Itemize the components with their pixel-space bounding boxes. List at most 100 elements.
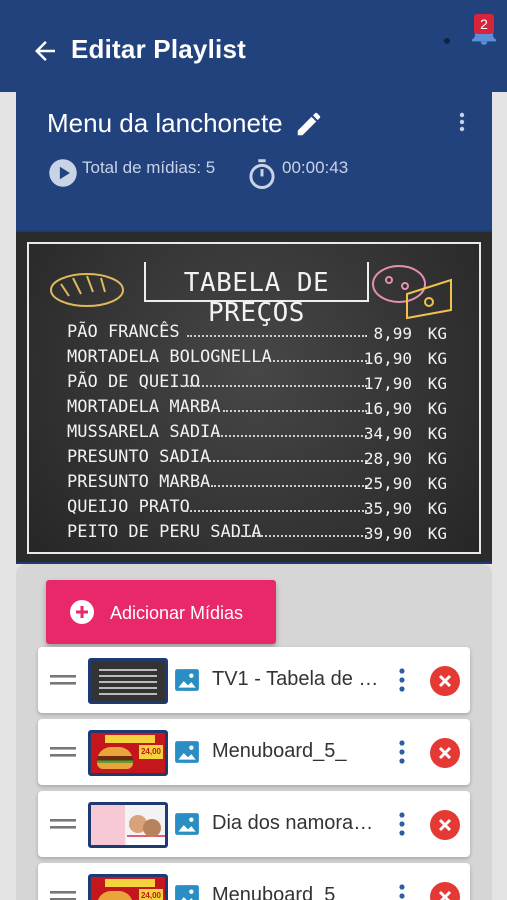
product-name: MORTADELA BOLOGNELLA [67,347,272,367]
media-thumbnail: 24,00 [88,874,168,900]
media-thumbnail: 24,00 [88,730,168,776]
dot-leader [183,510,367,512]
product-price: 16,90 [363,349,412,368]
product-name: MUSSARELA SADIA [67,422,221,442]
product-price: 25,90 [363,474,412,493]
product-price: 39,90 [363,524,412,543]
remove-circle-icon[interactable] [430,810,460,840]
add-media-button[interactable]: Adicionar Mídias [46,580,276,644]
image-icon [175,813,199,835]
product-name: PEITO DE PERU SADIA [67,522,262,542]
product-name: PÃO DE QUEIJO [67,372,201,392]
dot-leader [187,385,367,387]
media-thumbnail [88,802,168,848]
product-price: 16,90 [363,399,412,418]
dot-leader [209,460,367,462]
remove-circle-icon[interactable] [430,738,460,768]
more-vert-icon[interactable] [392,666,412,694]
product-unit: KG [427,424,447,443]
price-row: PRESUNTO SADIA 28,90 KG [67,447,447,471]
dot-leader [237,535,367,537]
product-price: 34,90 [363,424,412,443]
app-bar: Editar Playlist 2 [0,0,507,92]
price-table-title: TABELA DE PREÇOS [144,262,369,328]
remove-circle-icon[interactable] [430,882,460,900]
chalkboard-image: TABELA DE PREÇOS PÃO FRANCÊS 8,99 KG MORTAD… [27,242,481,554]
playlist-duration: 00:00:43 [282,158,349,177]
dot-leader [273,360,367,362]
dot-leader [217,435,367,437]
drag-handle-icon[interactable] [50,744,76,760]
remove-circle-icon[interactable] [430,666,460,696]
media-item[interactable]: 24,00 Menuboard_5_ [38,863,470,900]
product-name: QUEIJO PRATO [67,497,190,517]
price-row: QUEIJO PRATO 35,90 KG [67,497,447,521]
bread-icon [50,273,124,307]
product-price: 28,90 [363,449,412,468]
drag-handle-icon[interactable] [50,672,76,688]
price-row: MORTADELA BOLOGNELLA 16,90 KG [67,347,447,371]
playlist-name: Menu da lanchonete [47,108,283,138]
product-price: 17,90 [363,374,412,393]
pencil-icon[interactable] [294,109,324,139]
thumbnail-chalkboard [91,661,165,701]
thumbnail-menuboard: 24,00 [91,877,165,900]
media-item[interactable]: Dia dos namorados [38,791,470,857]
thumbnail-price: 24,00 [139,889,163,900]
product-name: PRESUNTO SADIA [67,447,211,467]
more-vert-icon[interactable] [450,110,474,134]
plus-circle-icon [70,600,94,624]
media-name: Menuboard_5_ [212,884,347,900]
price-row: PÃO FRANCÊS 8,99 KG [67,322,447,346]
price-row: PÃO DE QUEIJO 17,90 KG [67,372,447,396]
product-unit: KG [427,499,447,518]
product-unit: KG [427,349,447,368]
media-preview: TABELA DE PREÇOS PÃO FRANCÊS 8,99 KG MORTAD… [16,230,492,564]
play-circle-icon [49,159,77,187]
thumbnail-couple [91,805,165,845]
cheese-icon [372,265,452,320]
status-dot [444,38,450,44]
product-unit: KG [427,449,447,468]
media-name: Dia dos namorados [212,812,380,834]
price-row: MORTADELA MARBA 16,90 KG [67,397,447,421]
total-media: Total de mídias: 5 [82,158,216,177]
price-row: MUSSARELA SADIA 34,90 KG [67,422,447,446]
dot-leader [211,485,367,487]
product-price: 8,99 [373,324,412,343]
arrow-left-icon[interactable] [30,36,60,66]
more-vert-icon[interactable] [392,810,412,838]
product-price: 35,90 [363,499,412,518]
product-unit: KG [427,524,447,543]
playlist-header: Menu da lanchonete Total de mídias: 5 00… [16,92,492,230]
thumbnail-price: 24,00 [139,745,163,759]
product-unit: KG [427,474,447,493]
media-item[interactable]: 24,00 Menuboard_5_ [38,719,470,785]
product-name: PRESUNTO MARBA [67,472,211,492]
image-icon [175,741,199,763]
drag-handle-icon[interactable] [50,888,76,900]
more-vert-icon[interactable] [392,882,412,900]
media-thumbnail [88,658,168,704]
drag-handle-icon[interactable] [50,816,76,832]
timer-icon [249,159,275,190]
add-media-label: Adicionar Mídias [110,603,244,623]
thumbnail-menuboard: 24,00 [91,733,165,773]
image-icon [175,669,199,691]
page-title: Editar Playlist [71,34,246,64]
product-unit: KG [427,324,447,343]
product-name: PÃO FRANCÊS [67,322,180,342]
image-icon [175,885,199,900]
product-unit: KG [427,399,447,418]
more-vert-icon[interactable] [392,738,412,766]
product-unit: KG [427,374,447,393]
dot-leader [187,335,367,337]
media-name: TV1 - Tabela de Preços [212,668,380,690]
media-item[interactable]: TV1 - Tabela de Preços [38,647,470,713]
media-name: Menuboard_5_ [212,740,347,762]
price-row: PRESUNTO MARBA 25,90 KG [67,472,447,496]
dot-leader [223,410,367,412]
notification-badge: 2 [474,14,494,34]
product-name: MORTADELA MARBA [67,397,221,417]
price-row: PEITO DE PERU SADIA 39,90 KG [67,522,447,546]
